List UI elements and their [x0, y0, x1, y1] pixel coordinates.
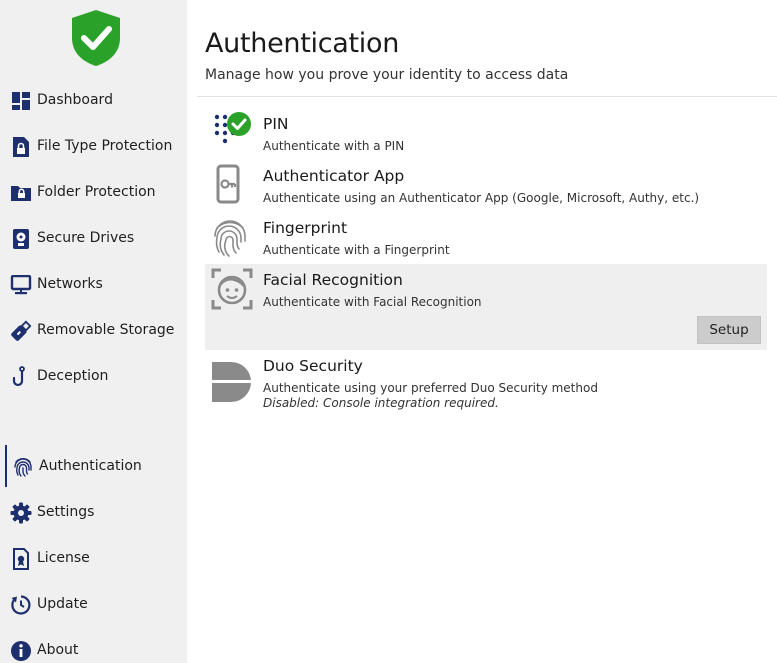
auth-method-facial-recognition[interactable]: Facial Recognition Authenticate with Fac…: [205, 264, 767, 350]
folder-lock-icon: [10, 182, 32, 204]
sidebar-item-label: About: [37, 642, 79, 658]
monitor-icon: [10, 274, 32, 296]
method-name: Fingerprint: [263, 219, 348, 237]
sidebar-item-file-type-protection[interactable]: File Type Protection: [0, 128, 187, 164]
main-panel: Authentication Manage how you prove your…: [187, 0, 777, 663]
auth-method-authenticator-app[interactable]: Authenticator App Authenticate using an …: [205, 160, 767, 212]
auth-method-pin[interactable]: PIN Authenticate with a PIN: [205, 108, 767, 160]
info-icon: [10, 640, 32, 662]
phone-key-icon: [216, 164, 240, 204]
license-icon: [10, 548, 32, 570]
shield-check-icon: [72, 10, 120, 66]
method-name: Facial Recognition: [263, 271, 403, 289]
file-lock-icon: [10, 136, 32, 158]
sidebar-item-settings[interactable]: Settings: [0, 494, 187, 530]
auth-method-fingerprint[interactable]: Fingerprint Authenticate with a Fingerpr…: [205, 212, 767, 264]
hook-icon: [10, 366, 32, 388]
drive-icon: [10, 228, 32, 250]
fingerprint-icon: [214, 220, 246, 257]
sidebar-item-removable-storage[interactable]: Removable Storage: [0, 312, 187, 348]
sidebar-item-label: File Type Protection: [37, 138, 173, 154]
sidebar-item-label: Settings: [37, 504, 95, 520]
sidebar-item-networks[interactable]: Networks: [0, 266, 187, 302]
setup-button[interactable]: Setup: [697, 316, 761, 344]
method-name: PIN: [263, 115, 289, 133]
sidebar-item-update[interactable]: Update: [0, 586, 187, 622]
sidebar-item-folder-protection[interactable]: Folder Protection: [0, 174, 187, 210]
method-name: Authenticator App: [263, 167, 405, 185]
sidebar-item-label: Removable Storage: [37, 322, 175, 338]
method-status-note: Disabled: Console integration required.: [263, 396, 499, 410]
sidebar-item-deception[interactable]: Deception: [0, 358, 187, 394]
fingerprint-icon: [12, 456, 34, 478]
method-description: Authenticate with Facial Recognition: [263, 295, 482, 309]
face-scan-icon: [211, 268, 253, 310]
sidebar-item-label: Secure Drives: [37, 230, 135, 246]
sidebar-item-label: Update: [37, 596, 88, 612]
sidebar-item-license[interactable]: License: [0, 540, 187, 576]
dashboard-icon: [10, 90, 32, 112]
usb-icon: [10, 320, 32, 342]
sidebar-item-dashboard[interactable]: Dashboard: [0, 82, 187, 118]
sidebar: Dashboard File Type Protection Folder Pr…: [0, 0, 187, 663]
method-description: Authenticate with a PIN: [263, 139, 405, 153]
page-title: Authentication: [205, 28, 400, 59]
gear-icon: [10, 502, 32, 524]
auth-method-duo-security[interactable]: Duo Security Authenticate using your pre…: [205, 350, 767, 414]
method-name: Duo Security: [263, 357, 363, 375]
method-description: Authenticate using an Authenticator App …: [263, 191, 700, 205]
method-description: Authenticate using your preferred Duo Se…: [263, 381, 598, 395]
sidebar-item-about[interactable]: About: [0, 632, 187, 663]
pin-keypad-icon: [214, 112, 251, 144]
sidebar-item-label: Dashboard: [37, 92, 113, 108]
update-icon: [10, 594, 32, 616]
page-subtitle: Manage how you prove your identity to ac…: [205, 67, 569, 83]
sidebar-item-label: Deception: [37, 368, 109, 384]
sidebar-item-label: Networks: [37, 276, 103, 292]
sidebar-item-secure-drives[interactable]: Secure Drives: [0, 220, 187, 256]
method-description: Authenticate with a Fingerprint: [263, 243, 450, 257]
duo-icon: [212, 361, 251, 402]
sidebar-item-authentication[interactable]: Authentication: [0, 448, 187, 484]
sidebar-item-label: License: [37, 550, 90, 566]
sidebar-item-label: Authentication: [39, 458, 142, 474]
sidebar-item-label: Folder Protection: [37, 184, 156, 200]
header-divider: [197, 96, 777, 97]
